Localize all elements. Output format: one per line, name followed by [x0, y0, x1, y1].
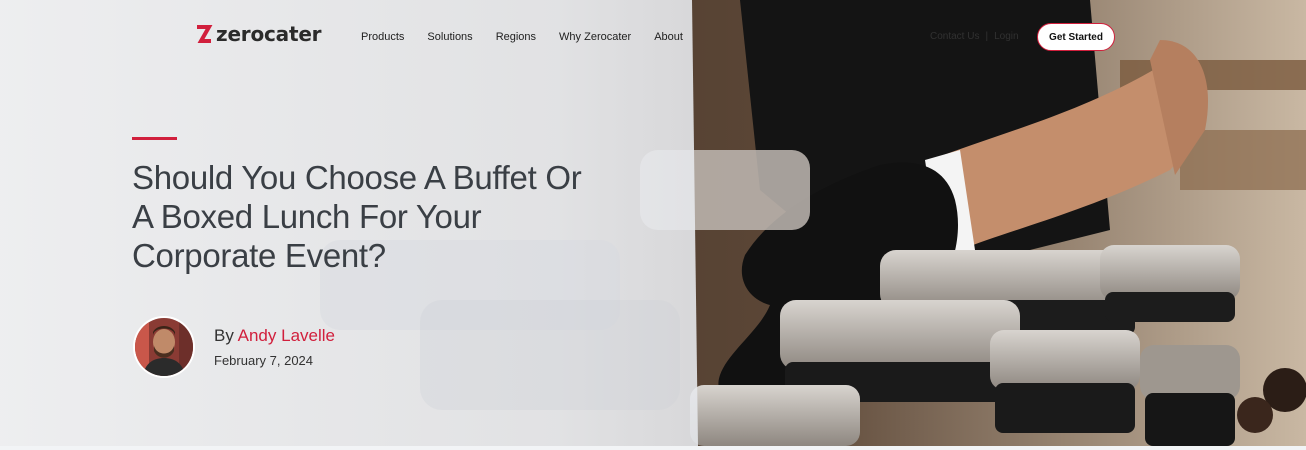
get-started-button[interactable]: Get Started	[1037, 23, 1115, 51]
title-accent-line	[132, 137, 177, 140]
contact-us-link[interactable]: Contact Us	[930, 31, 979, 42]
utility-links: Contact Us | Login	[930, 30, 1019, 44]
main-menu: Products Solutions Regions Why Zerocater…	[361, 30, 706, 44]
nav-item-regions[interactable]: Regions	[496, 30, 536, 44]
author-link[interactable]: Andy Lavelle	[238, 326, 335, 345]
top-navigation: zerocater Products Solutions Regions Why…	[0, 0, 1306, 74]
article-title: Should You Choose A Buffet Or A Boxed Lu…	[132, 159, 582, 274]
nav-item-why-zerocater[interactable]: Why Zerocater	[559, 30, 631, 44]
brand-logo[interactable]: zerocater	[196, 22, 322, 46]
byline-prefix: By	[214, 326, 234, 345]
nav-item-solutions[interactable]: Solutions	[427, 30, 472, 44]
brand-name: zerocater	[216, 22, 322, 46]
login-link[interactable]: Login	[994, 31, 1018, 42]
hero-section: zerocater Products Solutions Regions Why…	[0, 0, 1306, 446]
byline: By Andy Lavelle	[214, 325, 335, 347]
utility-separator: |	[985, 31, 989, 42]
nav-item-about[interactable]: About	[654, 30, 683, 44]
publish-date: February 7, 2024	[214, 353, 314, 368]
nav-item-products[interactable]: Products	[361, 30, 404, 44]
hero-bottom-border	[0, 446, 1306, 450]
author-photo	[135, 318, 193, 376]
author-avatar[interactable]	[133, 316, 195, 378]
zerocater-logo-icon	[197, 25, 213, 43]
